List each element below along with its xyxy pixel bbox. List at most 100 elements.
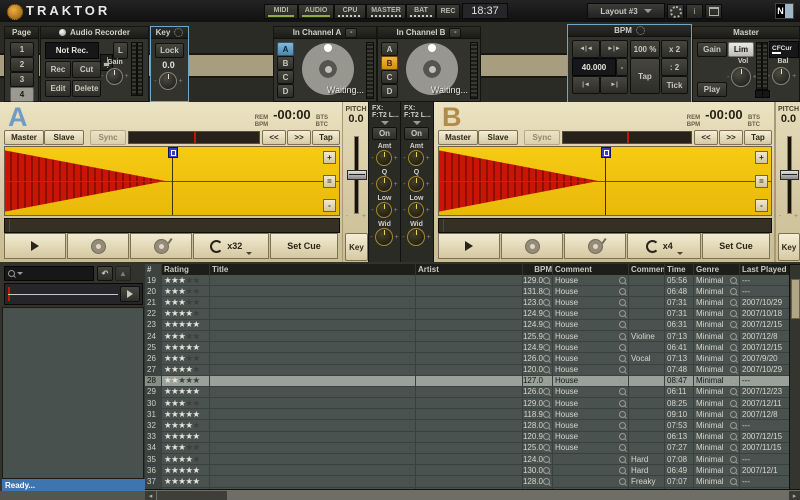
fx-b-q-knob[interactable] [408,176,424,192]
row-artist[interactable] [416,286,523,296]
edit-icon[interactable] [543,422,550,429]
deck-a-sync-button[interactable]: Sync [90,130,126,145]
row-title[interactable] [210,320,416,330]
master-play-button[interactable]: Play [697,82,727,97]
channel-b-deck-d-button[interactable]: D [381,84,398,98]
row-rating[interactable]: ★★★★★ [162,309,210,319]
deck-b-key-button[interactable]: Key [778,233,800,261]
row-title[interactable] [210,286,416,296]
row-rating[interactable]: ★★★★★ [162,409,210,419]
row-comment2[interactable]: Freaky [629,476,665,486]
col-header-num[interactable]: # [145,264,162,275]
deck-a-overview[interactable] [4,218,340,233]
preview-play-button[interactable] [120,286,140,302]
row-bpm[interactable]: 128.0 [523,420,553,430]
row-artist[interactable] [416,320,523,330]
row-bpm[interactable]: 125.9 [523,331,553,341]
master-indicator[interactable]: MASTER [366,4,406,19]
playlist-tree[interactable] [2,307,144,479]
fx-b-preset-select[interactable]: F:T2 L... [401,112,432,119]
edit-icon[interactable] [730,377,737,384]
deck-a-play-button[interactable] [4,233,66,259]
fullscreen-button[interactable] [705,4,722,19]
preview-player[interactable] [4,283,143,305]
edit-icon[interactable] [619,411,626,418]
fx-a-low-knob[interactable] [376,202,392,218]
deck-b-play-button[interactable] [438,233,500,259]
table-row[interactable]: 37★★★★★128.0Freaky07:07Minimal--- [145,476,789,487]
table-row[interactable]: 22★★★★★124.9House07:31Minimal2007/10/18 [145,309,789,320]
edit-icon[interactable] [619,355,626,362]
edit-icon[interactable] [619,344,626,351]
bat-indicator[interactable]: BAT [406,4,436,19]
row-rating[interactable]: ★★★★★ [162,443,210,453]
row-rating[interactable]: ★★★★★ [162,454,210,464]
row-artist[interactable] [416,309,523,319]
preferences-button[interactable] [667,4,684,19]
key-knob[interactable] [159,72,177,90]
row-comment[interactable]: House [553,342,629,352]
expand-icon[interactable] [636,26,645,35]
row-bpm[interactable]: 127.0 [523,376,553,386]
edit-icon[interactable] [730,321,737,328]
cut-button[interactable]: Cut [72,61,101,78]
edit-icon[interactable] [619,299,626,306]
row-rating[interactable]: ★★★★★ [162,342,210,352]
row-comment[interactable]: House [553,275,629,285]
row-comment[interactable] [553,476,629,486]
row-artist[interactable] [416,398,523,408]
wave-zoom-in-button[interactable]: + [323,151,336,164]
deck-a-loop-button[interactable]: x32 [193,233,269,259]
row-comment2[interactable] [629,420,665,430]
row-comment[interactable]: House [553,297,629,307]
row-artist[interactable] [416,387,523,397]
table-row[interactable]: 19★★★★★129.0House05:56Minimal--- [145,275,789,286]
edit-icon[interactable] [730,444,737,451]
row-genre[interactable]: Minimal [694,432,740,442]
wave-zoom-out-button[interactable]: - [755,199,768,212]
bpm-nudge-back-button[interactable]: ◄|◄ [572,40,600,58]
row-artist[interactable] [416,376,523,386]
table-row[interactable]: 32★★★★★128.0House07:53Minimal--- [145,420,789,431]
channel-a-deck-b-button[interactable]: B [277,56,294,70]
row-comment[interactable]: House [553,398,629,408]
deck-b-master-button[interactable]: Master [438,130,478,145]
search-input[interactable] [26,268,82,279]
row-artist[interactable] [416,409,523,419]
fx-a-wid-knob[interactable] [375,228,393,246]
wave-zoom-fit-button[interactable]: = [755,175,768,188]
edit-icon[interactable] [730,333,737,340]
rec-indicator[interactable]: REC [436,4,460,19]
key-lock-button[interactable]: Lock [155,43,184,58]
edit-icon[interactable] [543,333,550,340]
deck-a-pitch-fader-handle[interactable] [347,170,367,180]
undo-button[interactable]: ↶ [97,266,113,281]
row-title[interactable] [210,275,416,285]
row-comment2[interactable] [629,275,665,285]
deck-a-cup-button[interactable] [130,233,192,259]
chevron-down-icon[interactable] [413,121,421,125]
horizontal-scroll-thumb[interactable] [157,491,227,500]
row-comment2[interactable]: Vocal [629,353,665,363]
row-comment[interactable]: House [553,387,629,397]
edit-icon[interactable] [543,321,550,328]
bpm-value-display[interactable]: 40.000 [572,58,616,76]
row-bpm[interactable]: 124.9 [523,309,553,319]
edit-icon[interactable] [619,277,626,284]
edit-icon[interactable] [619,366,626,373]
edit-icon[interactable] [619,467,626,474]
row-bpm[interactable]: 125.0 [523,443,553,453]
row-genre[interactable]: Minimal [694,454,740,464]
edit-icon[interactable] [730,433,737,440]
edit-icon[interactable] [619,444,626,451]
bpm-step-fwd-button[interactable]: ►| [600,76,628,94]
edit-icon[interactable] [619,400,626,407]
col-header-comment2[interactable]: Comment2 [629,264,665,275]
rec-button[interactable]: Rec [45,61,71,78]
edit-icon[interactable] [619,310,626,317]
col-header-time[interactable]: Time [665,264,694,275]
row-comment2[interactable] [629,398,665,408]
row-rating[interactable]: ★★★★★ [162,476,210,486]
edit-icon[interactable] [619,422,626,429]
row-rating[interactable]: ★★★★★ [162,432,210,442]
